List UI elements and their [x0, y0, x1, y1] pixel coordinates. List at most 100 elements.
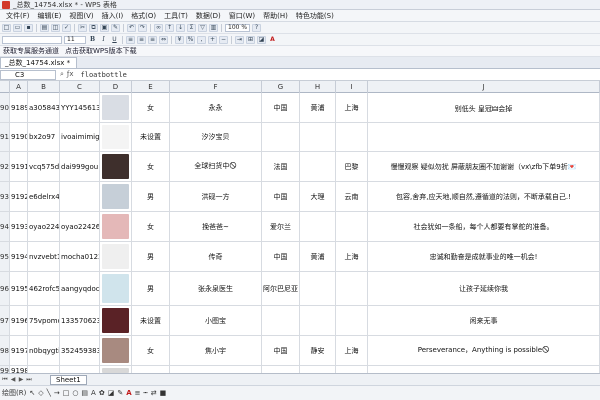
cell-e[interactable]: 男 [132, 182, 170, 211]
cell-e[interactable]: 女 [132, 152, 170, 181]
cell-h[interactable] [300, 272, 336, 305]
underline-button[interactable]: U [110, 36, 119, 44]
arrow-tool-icon[interactable]: → [54, 389, 60, 397]
cell-i[interactable]: 上海 [336, 242, 368, 271]
document-tab[interactable]: _总数_14754.xlsx * [0, 57, 78, 68]
cell-a[interactable]: 9190 [10, 123, 28, 151]
fill-color-icon[interactable]: ◪ [108, 389, 115, 397]
first-sheet-arrow-icon[interactable]: ⏮ [2, 376, 8, 384]
cell-f[interactable]: 汐汐宝贝 [170, 123, 262, 151]
menu-data[interactable]: 数据(D) [192, 11, 225, 21]
cell-d[interactable] [100, 272, 132, 305]
ellipse-tool-icon[interactable]: ○ [72, 389, 78, 397]
select-all-corner[interactable] [0, 81, 10, 93]
cell-i[interactable] [336, 306, 368, 335]
rectangle-tool-icon[interactable]: □ [63, 389, 70, 397]
menu-edit[interactable]: 编辑(E) [34, 11, 66, 21]
cell-f[interactable] [170, 366, 262, 373]
align-left-icon[interactable]: ≡ [126, 35, 135, 44]
menu-view[interactable]: 视图(V) [65, 11, 97, 21]
column-header-e[interactable]: E [132, 81, 170, 93]
bold-button[interactable]: B [88, 36, 97, 44]
percent-icon[interactable]: % [186, 35, 195, 44]
cell-i[interactable]: 云南 [336, 182, 368, 211]
menu-format[interactable]: 格式(O) [127, 11, 160, 21]
cell-h[interactable] [300, 306, 336, 335]
cell-g[interactable]: 法国 [262, 152, 300, 181]
cell-h[interactable]: 大理 [300, 182, 336, 211]
column-header-b[interactable]: B [28, 81, 60, 93]
cell-g[interactable] [262, 123, 300, 151]
cell-d[interactable] [100, 93, 132, 122]
cell-a[interactable]: 9197 [10, 336, 28, 365]
menu-special[interactable]: 特色功能(S) [292, 11, 338, 21]
row-header[interactable]: 91 [0, 123, 10, 151]
cell-h[interactable]: 静安 [300, 336, 336, 365]
cell-f[interactable]: 挽爸爸~ [170, 212, 262, 241]
chart-icon[interactable]: ▥ [209, 23, 218, 32]
cell-c[interactable]: ivoaimimigo [60, 123, 100, 151]
borders-icon[interactable]: ⊞ [246, 35, 255, 44]
cell-c[interactable] [60, 366, 100, 373]
cell-d[interactable] [100, 152, 132, 181]
row-header[interactable]: 97 [0, 306, 10, 335]
cell-j[interactable]: 闲来无事 [368, 306, 600, 335]
line-tool-icon[interactable]: ╲ [47, 389, 51, 397]
row-header[interactable]: 99 [0, 366, 10, 373]
cell-a[interactable]: 9191 [10, 152, 28, 181]
cell-f[interactable]: 小图宝 [170, 306, 262, 335]
cell-h[interactable] [300, 152, 336, 181]
cell-i[interactable] [336, 123, 368, 151]
drawing-menu[interactable]: 绘图(R) [2, 388, 26, 398]
cell-c[interactable]: dai999gou [60, 152, 100, 181]
save-icon[interactable]: ▪ [24, 23, 33, 32]
cell-h[interactable] [300, 212, 336, 241]
print-icon[interactable]: ▤ [40, 23, 49, 32]
cell-c[interactable]: YYY145613 [60, 93, 100, 122]
wordart-icon[interactable]: A [91, 389, 96, 397]
cut-icon[interactable]: ✂ [78, 23, 87, 32]
column-header-h[interactable]: H [300, 81, 336, 93]
row-header[interactable]: 92 [0, 152, 10, 181]
cell-b[interactable]: oyao2242 [28, 212, 60, 241]
menu-tools[interactable]: 工具(T) [160, 11, 192, 21]
cell-b[interactable]: a3058437 [28, 93, 60, 122]
font-color-button[interactable]: A [268, 36, 277, 44]
fill-color-icon[interactable]: ◪ [257, 35, 266, 44]
cell-b[interactable]: 462rofc57 [28, 272, 60, 305]
italic-button[interactable]: I [99, 36, 108, 44]
row-header[interactable]: 90 [0, 93, 10, 122]
menu-help[interactable]: 帮助(H) [259, 11, 292, 21]
dash-style-icon[interactable]: ┅ [144, 389, 148, 397]
cell-d[interactable] [100, 182, 132, 211]
line-color-icon[interactable]: ✎ [117, 389, 123, 397]
cell-j[interactable]: 别低头 皇冠🜲会掉 [368, 93, 600, 122]
sort-ascending-icon[interactable]: ↑ [165, 23, 174, 32]
cell-e[interactable]: 未设置 [132, 123, 170, 151]
column-header-j[interactable]: J [368, 81, 600, 93]
cell-b[interactable]: 75vpomdl [28, 306, 60, 335]
sort-descending-icon[interactable]: ↓ [176, 23, 185, 32]
cell-e[interactable]: 男 [132, 242, 170, 271]
new-file-icon[interactable]: □ [2, 23, 11, 32]
last-sheet-arrow-icon[interactable]: ⏭ [26, 376, 32, 384]
cell-c[interactable]: mocha0123 [60, 242, 100, 271]
cell-j[interactable] [368, 366, 600, 373]
row-header[interactable]: 98 [0, 336, 10, 365]
cell-e[interactable]: 女 [132, 93, 170, 122]
cell-g[interactable]: 阿尔巴尼亚 [262, 272, 300, 305]
cell-g[interactable]: 中国 [262, 242, 300, 271]
select-arrow-icon[interactable]: ↖ [29, 389, 35, 397]
cell-g[interactable] [262, 366, 300, 373]
cell-f[interactable]: 焦小宇 [170, 336, 262, 365]
cell-h[interactable] [300, 366, 336, 373]
cell-f[interactable]: 永永 [170, 93, 262, 122]
cell-i[interactable]: 上海 [336, 336, 368, 365]
cell-j[interactable]: 慢慢观察 疑似勿扰 屏蔽朋友圈不加谢谢（vx\zfb下单9折💌 [368, 152, 600, 181]
cell-h[interactable]: 黄浦 [300, 93, 336, 122]
cell-d[interactable] [100, 212, 132, 241]
decrease-decimal-icon[interactable]: − [219, 35, 228, 44]
name-box[interactable]: C3 [0, 69, 56, 80]
row-header[interactable]: 95 [0, 242, 10, 271]
column-header-a[interactable]: A [10, 81, 28, 93]
